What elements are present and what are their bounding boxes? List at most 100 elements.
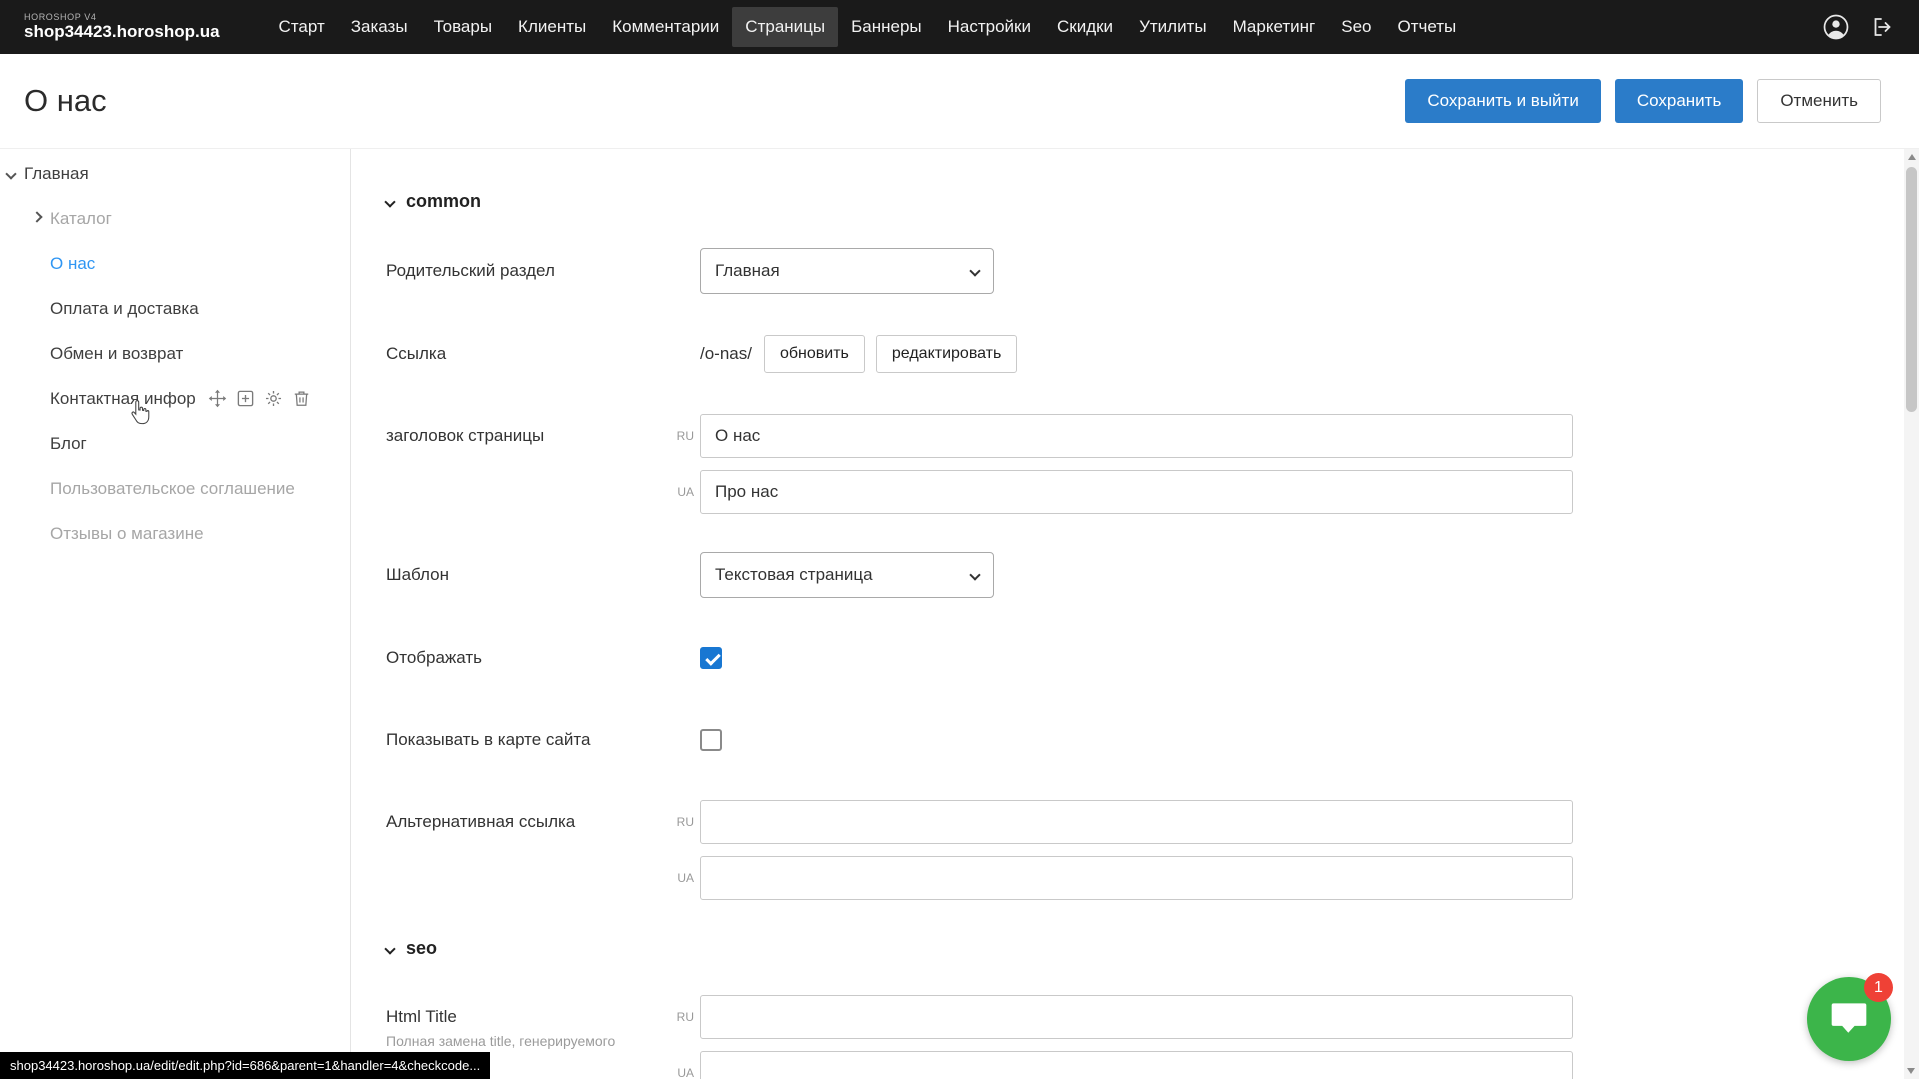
cancel-button[interactable]: Отменить	[1757, 79, 1881, 123]
sidebar-item-store-reviews[interactable]: Отзывы о магазине	[0, 511, 350, 556]
sidebar-item-blog[interactable]: Блог	[0, 421, 350, 466]
nav-banners[interactable]: Баннеры	[838, 7, 935, 47]
account-icon[interactable]	[1823, 14, 1849, 40]
nav-clients[interactable]: Клиенты	[505, 7, 599, 47]
chat-launcher-button[interactable]: 1	[1807, 977, 1891, 1061]
field-parent-section: Родительский раздел Главная	[386, 248, 1919, 294]
nav-seo[interactable]: Seo	[1328, 7, 1384, 47]
add-page-icon[interactable]	[236, 389, 255, 408]
lang-tag-ru: RU	[665, 429, 700, 443]
settings-icon[interactable]	[264, 389, 283, 408]
section-common[interactable]: common	[386, 191, 1919, 212]
sidebar-item-about[interactable]: О нас	[0, 241, 350, 286]
nav-comments[interactable]: Комментарии	[599, 7, 732, 47]
field-page-title: заголовок страницы RU UA	[386, 414, 1919, 514]
display-checkbox[interactable]	[700, 647, 722, 669]
nav-marketing[interactable]: Маркетинг	[1220, 7, 1329, 47]
body: Главная Каталог О нас Оплата и доставка …	[0, 148, 1919, 1079]
field-link: Ссылка /o-nas/ обновить редактировать	[386, 332, 1919, 376]
field-label: Альтернативная ссылка	[386, 800, 665, 832]
page-title-ua-input[interactable]	[700, 470, 1573, 514]
nav-orders[interactable]: Заказы	[338, 7, 421, 47]
chevron-right-icon[interactable]	[31, 211, 42, 222]
alt-link-ua-input[interactable]	[700, 856, 1573, 900]
topbar-icons	[1823, 14, 1895, 40]
sidebar-item-label: Отзывы о магазине	[50, 524, 204, 544]
nav-discounts[interactable]: Скидки	[1044, 7, 1126, 47]
lang-tag-ua: UA	[665, 1066, 700, 1079]
notification-badge: 1	[1864, 973, 1893, 1002]
field-label: Ссылка	[386, 344, 665, 364]
sidebar-item-exchange-return[interactable]: Обмен и возврат	[0, 331, 350, 376]
lang-tag-ru: RU	[665, 1010, 700, 1024]
field-html-title: Html Title Полная замена title, генериру…	[386, 995, 1919, 1079]
field-display: Отображать	[386, 636, 1919, 680]
scroll-down-arrow[interactable]	[1907, 1068, 1915, 1074]
field-label: Показывать в карте сайта	[386, 730, 665, 750]
delete-icon[interactable]	[292, 389, 311, 408]
page-title-ru-input[interactable]	[700, 414, 1573, 458]
logout-icon[interactable]	[1871, 15, 1895, 39]
nav-utilities[interactable]: Утилиты	[1126, 7, 1220, 47]
header-actions: Сохранить и выйти Сохранить Отменить	[1405, 79, 1881, 123]
field-hint: Полная замена title, генерируемого	[386, 1033, 665, 1049]
tree-item-actions	[208, 389, 311, 408]
field-label: Шаблон	[386, 565, 665, 585]
chevron-down-icon	[384, 196, 395, 207]
alt-link-ru-input[interactable]	[700, 800, 1573, 844]
sidebar-item-contact-info[interactable]: Контактная инфор	[0, 376, 350, 421]
topbar: HOROSHOP V4 shop34423.horoshop.ua Старт …	[0, 0, 1919, 54]
lang-tag-ru: RU	[665, 815, 700, 829]
html-title-ua-input[interactable]	[700, 1051, 1573, 1079]
field-label: Родительский раздел	[386, 261, 665, 281]
page: HOROSHOP V4 shop34423.horoshop.ua Старт …	[0, 0, 1919, 1079]
sidebar-item-catalog[interactable]: Каталог	[0, 196, 350, 241]
section-seo-label: seo	[406, 938, 437, 959]
sitemap-checkbox[interactable]	[700, 729, 722, 751]
sidebar-item-label: Обмен и возврат	[50, 344, 183, 364]
field-template: Шаблон Текстовая страница	[386, 552, 1919, 598]
field-label: Html Title	[386, 1007, 665, 1027]
sidebar-item-label: Блог	[50, 434, 87, 454]
scroll-up-arrow[interactable]	[1908, 154, 1916, 160]
nav-products[interactable]: Товары	[421, 7, 505, 47]
nav-pages[interactable]: Страницы	[732, 7, 838, 47]
sidebar-item-label: Пользовательское соглашение	[50, 479, 295, 499]
save-exit-button[interactable]: Сохранить и выйти	[1405, 79, 1600, 123]
sidebar-item-label: Контактная инфор	[50, 389, 196, 409]
sidebar-item-payment-delivery[interactable]: Оплата и доставка	[0, 286, 350, 331]
page-title: О нас	[24, 83, 107, 119]
selected-value: Главная	[715, 261, 780, 281]
page-header: О нас Сохранить и выйти Сохранить Отмени…	[0, 54, 1919, 148]
brand[interactable]: HOROSHOP V4 shop34423.horoshop.ua	[24, 13, 220, 42]
scrollbar-thumb[interactable]	[1906, 167, 1917, 412]
section-seo[interactable]: seo	[386, 938, 1919, 959]
move-icon[interactable]	[208, 389, 227, 408]
chevron-down-icon[interactable]	[5, 168, 16, 179]
save-button[interactable]: Сохранить	[1615, 79, 1743, 123]
refresh-link-button[interactable]: обновить	[764, 335, 865, 373]
field-sitemap: Показывать в карте сайта	[386, 718, 1919, 762]
chat-bubble-icon	[1828, 996, 1870, 1043]
sidebar-item-label: Оплата и доставка	[50, 299, 199, 319]
nav-settings[interactable]: Настройки	[935, 7, 1044, 47]
sidebar-item-user-agreement[interactable]: Пользовательское соглашение	[0, 466, 350, 511]
nav-start[interactable]: Старт	[266, 7, 338, 47]
sidebar-item-label: О нас	[50, 254, 95, 274]
scrollbar[interactable]	[1904, 149, 1919, 1079]
edit-link-button[interactable]: редактировать	[876, 335, 1017, 373]
link-path: /o-nas/	[700, 344, 752, 364]
chevron-down-icon	[969, 265, 980, 276]
nav-reports[interactable]: Отчеты	[1384, 7, 1469, 47]
field-label: заголовок страницы	[386, 414, 665, 446]
lang-tag-ua: UA	[665, 485, 700, 499]
parent-section-select[interactable]: Главная	[700, 248, 994, 294]
chevron-down-icon	[384, 943, 395, 954]
selected-value: Текстовая страница	[715, 565, 873, 585]
field-label: Отображать	[386, 648, 665, 668]
template-select[interactable]: Текстовая страница	[700, 552, 994, 598]
html-title-ru-input[interactable]	[700, 995, 1573, 1039]
lang-tag-ua: UA	[665, 871, 700, 885]
pages-tree-sidebar: Главная Каталог О нас Оплата и доставка …	[0, 149, 351, 1079]
sidebar-item-home[interactable]: Главная	[0, 151, 350, 196]
